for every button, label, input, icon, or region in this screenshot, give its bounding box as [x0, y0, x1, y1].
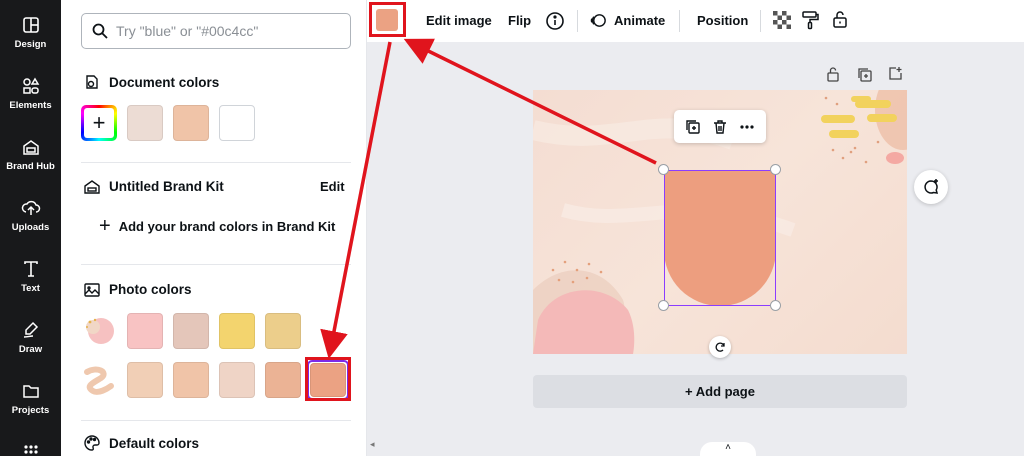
rail-brand-hub[interactable]: Brand Hub [0, 137, 61, 172]
lock-icon[interactable] [831, 9, 849, 29]
search-icon [92, 23, 108, 39]
photo-swatch-1-4[interactable] [265, 313, 301, 349]
uploads-icon [21, 200, 40, 215]
divider [81, 420, 351, 421]
photo-swatch-1-3[interactable] [219, 313, 255, 349]
scroll-left-icon[interactable]: ◂ [370, 439, 375, 450]
brand-kit-icon [84, 180, 100, 194]
palette-doc-icon [86, 75, 98, 89]
image-icon [84, 283, 100, 297]
add-brand-colors-button[interactable]: + Add your brand colors in Brand Kit [99, 215, 336, 237]
element-context-menu [674, 110, 766, 143]
draw-icon [23, 321, 38, 338]
doc-swatch-3[interactable] [219, 105, 255, 141]
rail-brand-hub-label: Brand Hub [6, 161, 55, 172]
palette-icon [84, 435, 100, 451]
doc-swatch-1[interactable] [127, 105, 163, 141]
elements-icon [22, 77, 39, 94]
rail-design[interactable]: Design [0, 15, 61, 50]
rail-draw-label: Draw [18, 344, 43, 355]
resize-handle-tl[interactable] [658, 164, 669, 175]
brand-kit-title: Untitled Brand Kit [109, 179, 224, 194]
rail-draw[interactable]: Draw [0, 320, 61, 355]
animate-icon [590, 14, 606, 27]
document-colors-title: Document colors [109, 75, 220, 90]
text-icon [23, 261, 38, 277]
highlight-box-toolbar-color [369, 2, 406, 37]
resize-handle-bl[interactable] [658, 300, 669, 311]
editor-toolbar: Edit image Flip Animate Position [367, 0, 1024, 42]
toolbar-separator [760, 10, 761, 32]
design-icon [22, 17, 39, 33]
selection-frame [664, 170, 776, 306]
lock-page-icon[interactable] [826, 66, 840, 82]
rail-text[interactable]: Text [0, 259, 61, 294]
highlight-box-swatch [305, 357, 351, 401]
rail-uploads[interactable]: Uploads [0, 198, 61, 233]
add-brand-colors-label: Add your brand colors in Brand Kit [118, 218, 336, 234]
add-color-button[interactable]: + [81, 105, 117, 141]
toolbar-separator [577, 10, 578, 32]
rail-projects[interactable]: Projects [0, 381, 61, 416]
flip-button[interactable]: Flip [508, 13, 531, 28]
photo-colors-title: Photo colors [109, 282, 192, 297]
resize-handle-br[interactable] [770, 300, 781, 311]
transparency-icon[interactable] [773, 11, 791, 29]
default-colors-title: Default colors [109, 436, 200, 451]
rail-apps[interactable] [0, 442, 61, 466]
doc-swatch-2[interactable] [173, 105, 209, 141]
left-rail: Design Elements Brand Hub Uploads Text D… [0, 0, 61, 456]
duplicate-page-icon[interactable] [857, 67, 872, 82]
add-page-button[interactable]: + Add page [533, 375, 907, 408]
rail-text-label: Text [21, 283, 40, 294]
horizontal-scrollbar[interactable]: ◂ [367, 436, 1024, 456]
apps-grid-icon [23, 445, 38, 454]
photo-swatch-1-1[interactable] [127, 313, 163, 349]
divider [81, 264, 351, 265]
color-search-input[interactable] [116, 23, 336, 39]
photo-swatch-2-1[interactable] [127, 362, 163, 398]
rail-design-label: Design [14, 39, 47, 50]
add-page-icon[interactable] [888, 66, 903, 81]
rail-projects-label: Projects [11, 405, 50, 416]
rotate-icon [715, 342, 725, 352]
position-button[interactable]: Position [697, 13, 748, 28]
photo-thumbnail-2 [81, 362, 117, 398]
color-panel: Document colors + Untitled Brand Kit Edi… [61, 0, 367, 456]
plus-icon: + [84, 108, 114, 138]
brand-hub-icon [22, 140, 39, 155]
animate-button[interactable]: Animate [614, 13, 665, 28]
divider [81, 162, 351, 163]
trash-icon[interactable] [712, 119, 728, 135]
rotate-handle[interactable] [709, 336, 731, 358]
rail-elements[interactable]: Elements [0, 76, 61, 111]
color-search[interactable] [81, 13, 351, 49]
resize-handle-tr[interactable] [770, 164, 781, 175]
photo-thumbnail-1 [81, 313, 117, 349]
photo-swatch-2-2[interactable] [173, 362, 209, 398]
rail-elements-label: Elements [9, 100, 52, 111]
photo-swatch-2-3[interactable] [219, 362, 255, 398]
paint-roller-icon[interactable] [801, 10, 819, 30]
photo-swatch-1-2[interactable] [173, 313, 209, 349]
brand-kit-edit-link[interactable]: Edit [320, 179, 345, 194]
rail-uploads-label: Uploads [11, 222, 50, 233]
info-icon[interactable] [545, 11, 565, 31]
add-comment-button[interactable] [914, 170, 948, 204]
duplicate-icon[interactable] [685, 119, 701, 135]
photo-swatch-2-4[interactable] [265, 362, 301, 398]
plus-icon: + [99, 215, 111, 237]
edit-image-button[interactable]: Edit image [426, 13, 492, 28]
more-icon[interactable] [739, 119, 755, 135]
comment-plus-icon [924, 179, 939, 194]
folder-icon [22, 385, 39, 398]
toolbar-separator [679, 10, 680, 32]
